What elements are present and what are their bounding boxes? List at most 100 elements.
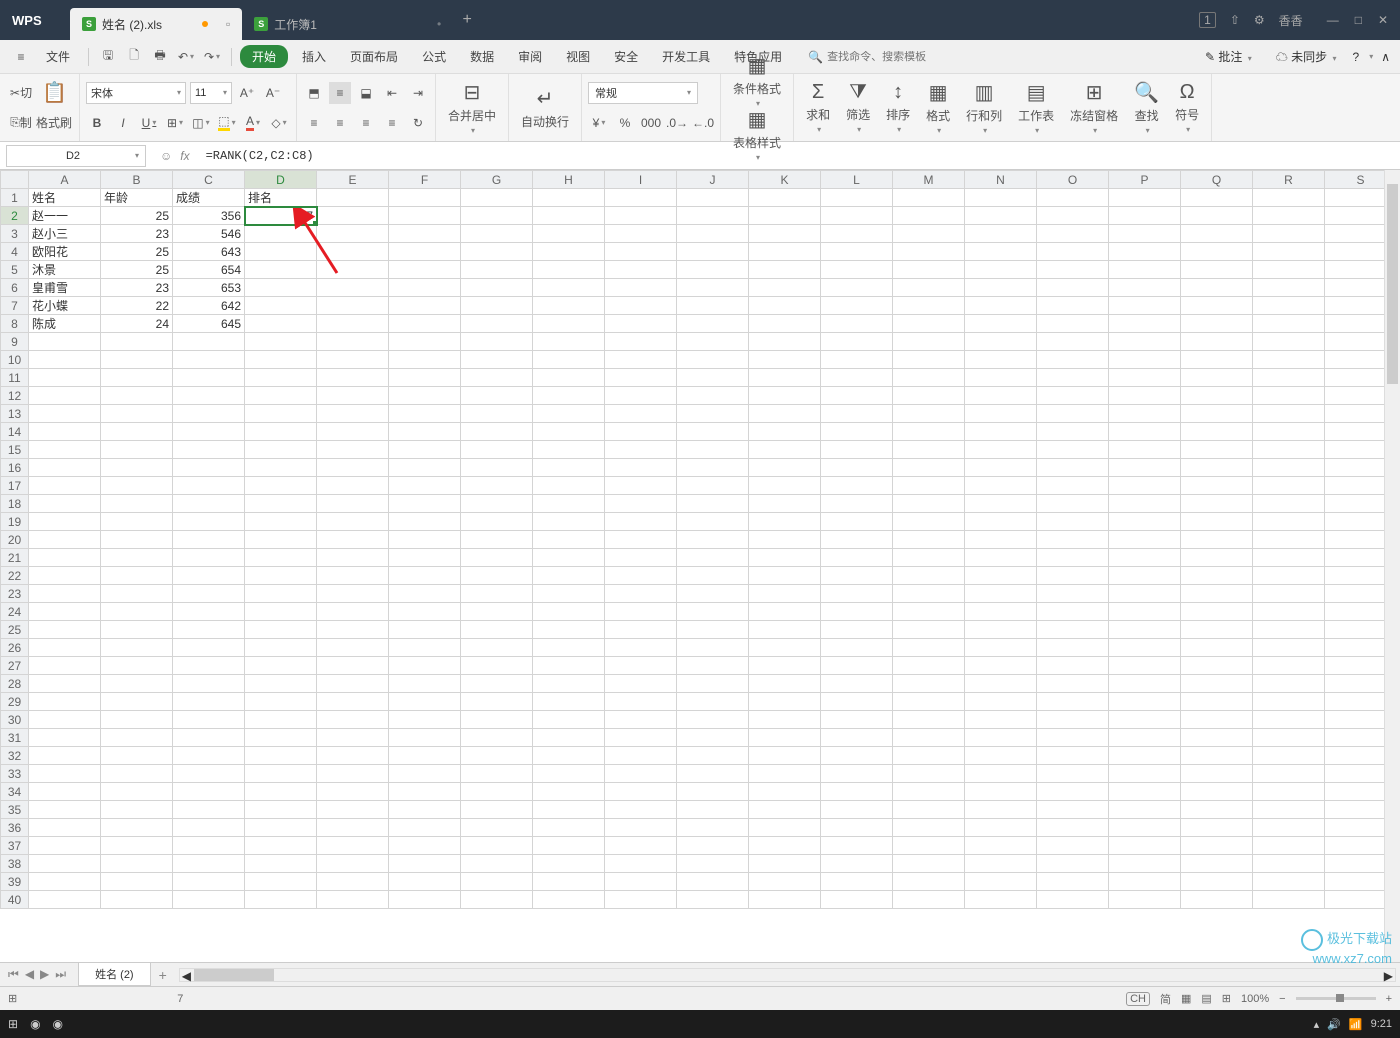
- cell-H8[interactable]: [533, 315, 605, 333]
- cell-F7[interactable]: [389, 297, 461, 315]
- cell-A9[interactable]: [29, 333, 101, 351]
- font-name-select[interactable]: 宋体▾: [86, 82, 186, 104]
- cell-C20[interactable]: [173, 531, 245, 549]
- cell-M40[interactable]: [893, 891, 965, 909]
- cell-G24[interactable]: [461, 603, 533, 621]
- save-icon[interactable]: 🖫: [97, 46, 119, 68]
- cell-A26[interactable]: [29, 639, 101, 657]
- cell-N11[interactable]: [965, 369, 1037, 387]
- cell-D14[interactable]: [245, 423, 317, 441]
- cell-E23[interactable]: [317, 585, 389, 603]
- cell-L39[interactable]: [821, 873, 893, 891]
- cell-I30[interactable]: [605, 711, 677, 729]
- cell-M38[interactable]: [893, 855, 965, 873]
- cell-G25[interactable]: [461, 621, 533, 639]
- cell-R30[interactable]: [1253, 711, 1325, 729]
- bold-button[interactable]: B: [86, 112, 108, 134]
- clock[interactable]: 9:21: [1371, 1018, 1392, 1030]
- cell-R24[interactable]: [1253, 603, 1325, 621]
- cell-L21[interactable]: [821, 549, 893, 567]
- cell-B39[interactable]: [101, 873, 173, 891]
- cell-Q40[interactable]: [1181, 891, 1253, 909]
- row-header-23[interactable]: 23: [1, 585, 29, 603]
- cell-H38[interactable]: [533, 855, 605, 873]
- cell-P9[interactable]: [1109, 333, 1181, 351]
- cell-G20[interactable]: [461, 531, 533, 549]
- cell-E30[interactable]: [317, 711, 389, 729]
- cell-P28[interactable]: [1109, 675, 1181, 693]
- indent-decrease-icon[interactable]: ⇤: [381, 82, 403, 104]
- cell-N35[interactable]: [965, 801, 1037, 819]
- cell-H7[interactable]: [533, 297, 605, 315]
- cell-Q25[interactable]: [1181, 621, 1253, 639]
- cell-Q29[interactable]: [1181, 693, 1253, 711]
- freeze-button[interactable]: ⊞冻结窗格▾: [1064, 81, 1124, 135]
- cell-M19[interactable]: [893, 513, 965, 531]
- cell-A21[interactable]: [29, 549, 101, 567]
- cell-D35[interactable]: [245, 801, 317, 819]
- cell-K39[interactable]: [749, 873, 821, 891]
- cell-Q24[interactable]: [1181, 603, 1253, 621]
- cell-A5[interactable]: 沐景: [29, 261, 101, 279]
- notification-badge[interactable]: 1: [1199, 12, 1216, 28]
- cell-B25[interactable]: [101, 621, 173, 639]
- cell-R15[interactable]: [1253, 441, 1325, 459]
- cell-I5[interactable]: [605, 261, 677, 279]
- cell-H15[interactable]: [533, 441, 605, 459]
- cell-D23[interactable]: [245, 585, 317, 603]
- mode-icon[interactable]: ⊞: [8, 992, 17, 1005]
- cell-A16[interactable]: [29, 459, 101, 477]
- cell-H20[interactable]: [533, 531, 605, 549]
- cell-C39[interactable]: [173, 873, 245, 891]
- cell-K3[interactable]: [749, 225, 821, 243]
- cell-K35[interactable]: [749, 801, 821, 819]
- cell-K11[interactable]: [749, 369, 821, 387]
- cell-L16[interactable]: [821, 459, 893, 477]
- cell-K37[interactable]: [749, 837, 821, 855]
- cell-B21[interactable]: [101, 549, 173, 567]
- cell-Q31[interactable]: [1181, 729, 1253, 747]
- cell-C9[interactable]: [173, 333, 245, 351]
- cell-B3[interactable]: 23: [101, 225, 173, 243]
- cell-R14[interactable]: [1253, 423, 1325, 441]
- cell-N40[interactable]: [965, 891, 1037, 909]
- cell-P34[interactable]: [1109, 783, 1181, 801]
- cell-R27[interactable]: [1253, 657, 1325, 675]
- formula-input[interactable]: =RANK(C2,C2:C8): [198, 149, 1400, 163]
- cell-B37[interactable]: [101, 837, 173, 855]
- cell-L37[interactable]: [821, 837, 893, 855]
- cell-L29[interactable]: [821, 693, 893, 711]
- cell-F16[interactable]: [389, 459, 461, 477]
- cell-G6[interactable]: [461, 279, 533, 297]
- cell-H35[interactable]: [533, 801, 605, 819]
- cell-M39[interactable]: [893, 873, 965, 891]
- cell-J23[interactable]: [677, 585, 749, 603]
- cell-F14[interactable]: [389, 423, 461, 441]
- cell-H2[interactable]: [533, 207, 605, 225]
- row-header-31[interactable]: 31: [1, 729, 29, 747]
- cell-H31[interactable]: [533, 729, 605, 747]
- cell-O16[interactable]: [1037, 459, 1109, 477]
- cell-P29[interactable]: [1109, 693, 1181, 711]
- sheet-nav-last-icon[interactable]: ⏭: [55, 967, 66, 982]
- cell-C38[interactable]: [173, 855, 245, 873]
- cell-A2[interactable]: 赵一一: [29, 207, 101, 225]
- cell-J30[interactable]: [677, 711, 749, 729]
- cell-E6[interactable]: [317, 279, 389, 297]
- cell-A13[interactable]: [29, 405, 101, 423]
- cell-J1[interactable]: [677, 189, 749, 207]
- sheet-nav-prev-icon[interactable]: ◀: [25, 967, 34, 982]
- row-header-24[interactable]: 24: [1, 603, 29, 621]
- cell-B23[interactable]: [101, 585, 173, 603]
- cell-N20[interactable]: [965, 531, 1037, 549]
- cell-R22[interactable]: [1253, 567, 1325, 585]
- cell-P20[interactable]: [1109, 531, 1181, 549]
- worksheet-button[interactable]: ▤工作表▾: [1012, 81, 1060, 135]
- cell-J25[interactable]: [677, 621, 749, 639]
- cell-J7[interactable]: [677, 297, 749, 315]
- row-header-17[interactable]: 17: [1, 477, 29, 495]
- cell-D38[interactable]: [245, 855, 317, 873]
- cell-O23[interactable]: [1037, 585, 1109, 603]
- cell-K7[interactable]: [749, 297, 821, 315]
- cell-P1[interactable]: [1109, 189, 1181, 207]
